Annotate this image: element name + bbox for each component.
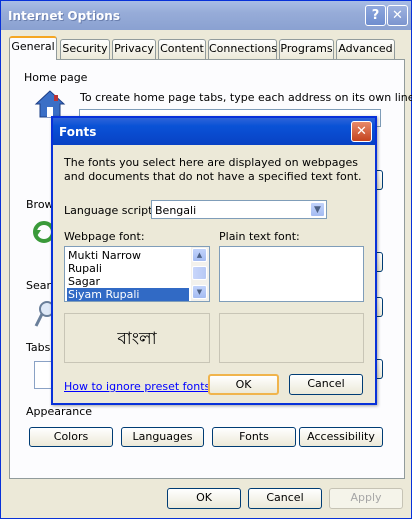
plain-text-font-label: Plain text font: — [219, 230, 300, 243]
scroll-down-icon[interactable]: ▼ — [192, 285, 207, 299]
tab-privacy[interactable]: Privacy — [112, 39, 156, 59]
appearance-label: Appearance — [26, 405, 93, 418]
home-page-label: Home page — [24, 71, 88, 84]
fonts-button[interactable]: Fonts — [212, 427, 296, 447]
language-script-select[interactable]: Bengali ▼ — [151, 200, 327, 219]
font-list-scrollbar[interactable]: ▲ ▼ — [191, 247, 209, 301]
plain-text-font-list[interactable] — [219, 246, 364, 302]
fonts-description: The fonts you select here are displayed … — [64, 156, 362, 183]
cancel-button[interactable]: Cancel — [248, 488, 322, 509]
chevron-down-icon[interactable]: ▼ — [310, 202, 325, 217]
preview-text: বাংলা — [117, 329, 157, 349]
tab-general[interactable]: General — [9, 36, 57, 60]
scroll-up-icon[interactable]: ▲ — [192, 248, 207, 262]
accessibility-button[interactable]: Accessibility — [299, 427, 383, 447]
tabs-label: Tabs — [26, 341, 51, 354]
ok-button[interactable]: OK — [167, 488, 241, 509]
language-script-label: Language script: — [64, 204, 157, 217]
window-title: Internet Options — [8, 9, 120, 23]
plain-text-font-preview — [219, 313, 364, 363]
fonts-dialog: Fonts ✕ The fonts you select here are di… — [51, 116, 377, 405]
languages-button[interactable]: Languages — [121, 427, 204, 447]
colors-button[interactable]: Colors — [29, 427, 113, 447]
tab-security[interactable]: Security — [60, 39, 110, 59]
tab-advanced[interactable]: Advanced — [336, 39, 395, 59]
tab-content[interactable]: Content — [158, 39, 206, 59]
title-bar[interactable]: Internet Options ? ✕ — [1, 1, 411, 30]
fonts-cancel-button[interactable]: Cancel — [289, 374, 363, 395]
fonts-title-bar[interactable]: Fonts ✕ — [53, 118, 375, 145]
webpage-font-label: Webpage font: — [64, 230, 145, 243]
webpage-font-list[interactable]: Mukti Narrow Rupali Sagar Siyam Rupali ▲… — [64, 246, 210, 302]
scroll-thumb[interactable] — [192, 266, 207, 280]
ignore-preset-fonts-link[interactable]: How to ignore preset fonts — [64, 380, 210, 393]
list-item[interactable]: Rupali — [67, 262, 189, 275]
list-item-selected[interactable]: Siyam Rupali — [67, 288, 189, 301]
webpage-font-preview: বাংলা — [64, 313, 210, 363]
house-icon — [34, 89, 66, 119]
fonts-dialog-title: Fonts — [59, 125, 97, 139]
close-button[interactable]: ✕ — [387, 5, 408, 26]
tab-programs[interactable]: Programs — [279, 39, 334, 59]
fonts-close-button[interactable]: ✕ — [351, 121, 372, 142]
list-item[interactable]: Sagar — [67, 275, 189, 288]
home-page-description: To create home page tabs, type each addr… — [80, 91, 412, 104]
list-item[interactable]: Mukti Narrow — [67, 249, 189, 262]
language-script-value: Bengali — [155, 204, 197, 217]
fonts-ok-button[interactable]: OK — [208, 374, 279, 395]
help-button[interactable]: ? — [365, 5, 386, 26]
tab-connections[interactable]: Connections — [208, 39, 277, 59]
apply-button[interactable]: Apply — [329, 488, 403, 509]
